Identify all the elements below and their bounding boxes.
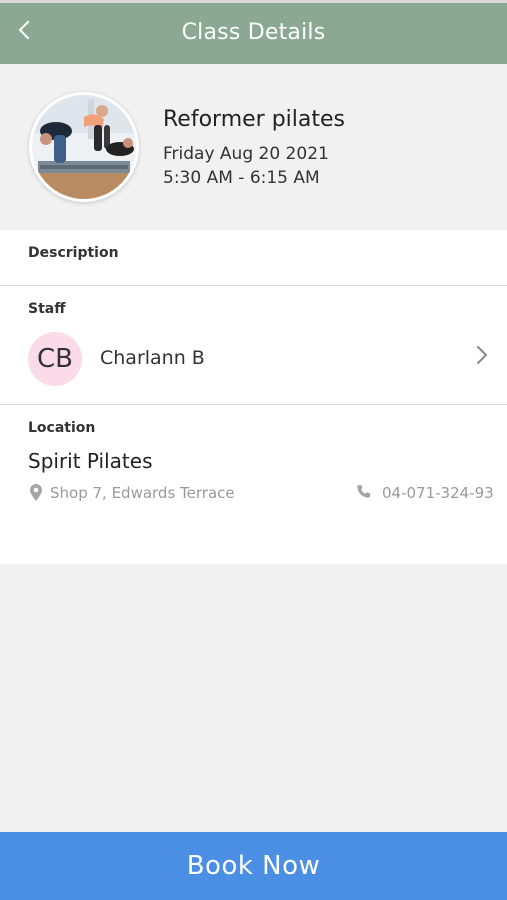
- details-panel: Description Staff CB Charlann B Location…: [0, 230, 507, 564]
- class-date: Friday Aug 20 2021: [163, 144, 329, 164]
- page-title: Class Details: [181, 20, 326, 45]
- class-summary: Reformer pilates Friday Aug 20 2021 5:30…: [0, 64, 507, 230]
- location-address: Shop 7, Edwards Terrace: [50, 484, 235, 502]
- location-phone[interactable]: 04-071-324-93: [382, 484, 494, 502]
- avatar: CB: [28, 332, 82, 386]
- divider: [0, 285, 507, 286]
- location-pin-icon: [30, 484, 42, 501]
- header-bar: Class Details: [0, 0, 507, 64]
- staff-label: Staff: [28, 301, 66, 317]
- class-name: Reformer pilates: [163, 107, 345, 132]
- book-now-button[interactable]: Book Now: [0, 832, 507, 900]
- staff-row[interactable]: CB Charlann B: [0, 327, 507, 393]
- staff-name: Charlann B: [100, 347, 205, 369]
- chevron-right-icon: [477, 346, 487, 364]
- pilates-class-photo: [32, 95, 136, 199]
- class-image: [29, 92, 139, 202]
- location-name: Spirit Pilates: [28, 449, 153, 473]
- class-time: 5:30 AM - 6:15 AM: [163, 168, 320, 188]
- phone-icon[interactable]: [356, 484, 371, 499]
- description-label: Description: [28, 245, 119, 261]
- divider: [0, 404, 507, 405]
- location-label: Location: [28, 420, 96, 436]
